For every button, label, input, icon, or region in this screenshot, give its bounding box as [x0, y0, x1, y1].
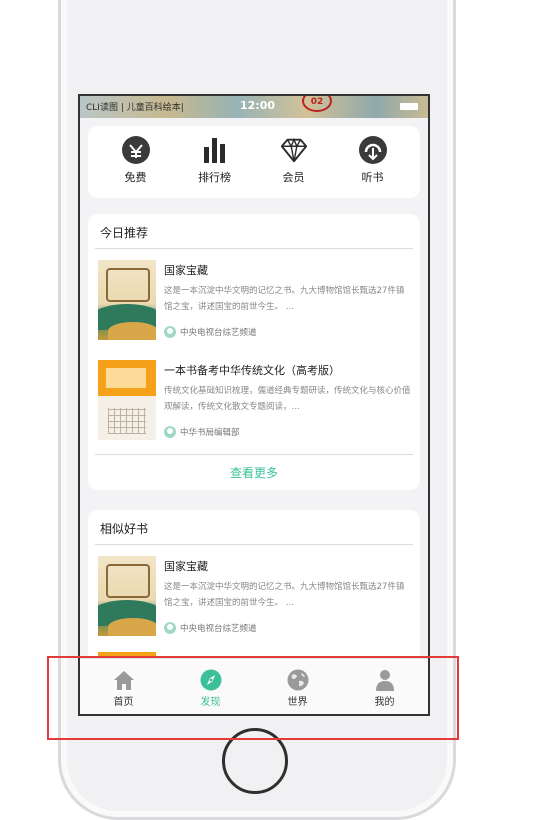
book-title: 国家宝藏	[164, 560, 208, 573]
book-item[interactable]: 国家宝藏 这是一本沉淀中华文明的记忆之书。九大博物馆馆长甄选27件镇馆之宝，讲述…	[98, 260, 414, 344]
book-description: 这是一本沉淀中华文明的记忆之书。九大博物馆馆长甄选27件镇馆之宝，讲述国宝的前世…	[164, 286, 405, 312]
book-description: 传统文化基础知识梳理，儒道经典专题研读，传统文化与核心价值观解读，传统文化散文专…	[164, 386, 411, 412]
category-member[interactable]: 会员	[264, 126, 324, 185]
category-label: 免费	[124, 171, 147, 184]
battery-icon	[400, 103, 418, 110]
author-name: 中央电视台综艺频道	[180, 328, 257, 338]
divider	[95, 248, 413, 249]
category-listen[interactable]: 听书	[343, 126, 403, 185]
author-icon	[164, 622, 176, 634]
book-title: 国家宝藏	[164, 264, 208, 277]
free-icon	[121, 135, 151, 165]
author-name: 中央电视台综艺频道	[180, 624, 257, 634]
diamond-icon	[279, 135, 309, 165]
book-cover	[98, 260, 156, 340]
category-label: 会员	[282, 171, 305, 184]
category-row: 免费 排行榜 会员 听书	[88, 126, 420, 198]
book-title: 一本书备考中华传统文化（高考版）	[164, 364, 340, 377]
ranking-icon	[200, 135, 230, 165]
tab-bar-highlight	[47, 656, 459, 740]
book-description: 这是一本沉淀中华文明的记忆之书。九大博物馆馆长甄选27件镇馆之宝，讲述国宝的前世…	[164, 582, 405, 608]
today-recommend-card: 今日推荐 国家宝藏 这是一本沉淀中华文明的记忆之书。九大博物馆馆长甄选27件镇馆…	[88, 214, 420, 490]
book-author: 中央电视台综艺频道	[164, 622, 257, 634]
status-bar: CLI读图 | 儿童百科绘本| 12:00 02	[80, 96, 428, 118]
section-title: 今日推荐	[100, 226, 149, 240]
similar-books-card: 相似好书 国家宝藏 这是一本沉淀中华文明的记忆之书。九大博物馆馆长甄选27件镇馆…	[88, 510, 420, 658]
scroll-content[interactable]: 免费 排行榜 会员 听书 今日推荐 国家宝藏 这是一本沉淀中华文明的记忆之书。九…	[80, 118, 428, 658]
category-label: 排行榜	[198, 171, 231, 184]
status-time: 12:00	[240, 99, 276, 112]
book-author: 中华书局编辑部	[164, 426, 240, 438]
book-item[interactable]: 一本书备考中华传统文化（高考版） 传统文化基础知识梳理，儒道经典专题研读，传统文…	[98, 360, 414, 444]
author-name: 中华书局编辑部	[180, 428, 240, 438]
divider	[95, 544, 413, 545]
author-icon	[164, 426, 176, 438]
book-cover	[98, 360, 156, 440]
category-label: 听书	[361, 171, 384, 184]
status-badge: 02	[302, 96, 332, 112]
divider	[95, 454, 413, 455]
book-author: 中央电视台综艺频道	[164, 326, 257, 338]
section-title: 相似好书	[100, 522, 149, 536]
category-ranking[interactable]: 排行榜	[185, 126, 245, 185]
author-icon	[164, 326, 176, 338]
category-free[interactable]: 免费	[106, 126, 166, 185]
book-cover	[98, 556, 156, 636]
status-carrier: CLI读图 | 儿童百科绘本|	[86, 103, 184, 113]
listen-icon	[358, 135, 388, 165]
app-screen: CLI读图 | 儿童百科绘本| 12:00 02 免费 排行榜 会员 听书 今日…	[78, 94, 430, 716]
view-more-link[interactable]: 查看更多	[88, 464, 420, 481]
book-item[interactable]: 国家宝藏 这是一本沉淀中华文明的记忆之书。九大博物馆馆长甄选27件镇馆之宝，讲述…	[98, 556, 414, 640]
